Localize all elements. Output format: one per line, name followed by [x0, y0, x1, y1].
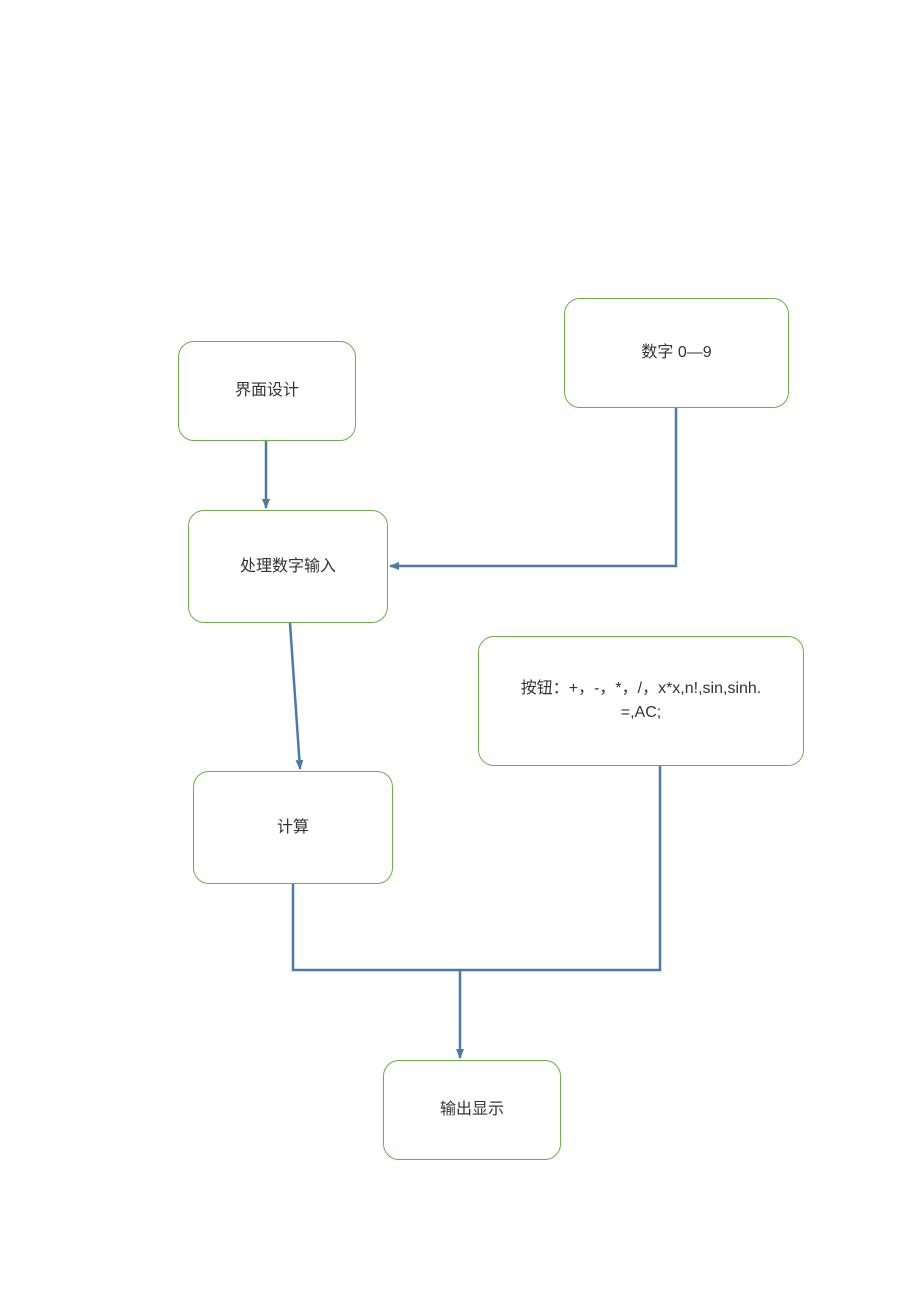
node-output: 输出显示 [383, 1060, 561, 1160]
node-ui-design-label: 界面设计 [235, 379, 299, 403]
node-process-input-label: 处理数字输入 [240, 555, 336, 579]
node-buttons-line1: 按钮：+，-，*，/，x*x,n!,sin,sinh. [521, 677, 762, 701]
node-ui-design: 界面设计 [178, 341, 356, 441]
node-process-input: 处理数字输入 [188, 510, 388, 623]
connector-process-to-calculate [290, 623, 300, 769]
node-buttons: 按钮：+，-，*，/，x*x,n!,sin,sinh. =,AC; [478, 636, 804, 766]
node-output-label: 输出显示 [440, 1098, 504, 1122]
node-digits-label: 数字 0—9 [641, 341, 711, 365]
node-calculate-label: 计算 [277, 816, 309, 840]
node-calculate: 计算 [193, 771, 393, 884]
node-digits: 数字 0—9 [564, 298, 789, 408]
connector-digits-to-process [390, 408, 676, 566]
node-buttons-line2: =,AC; [521, 701, 762, 725]
